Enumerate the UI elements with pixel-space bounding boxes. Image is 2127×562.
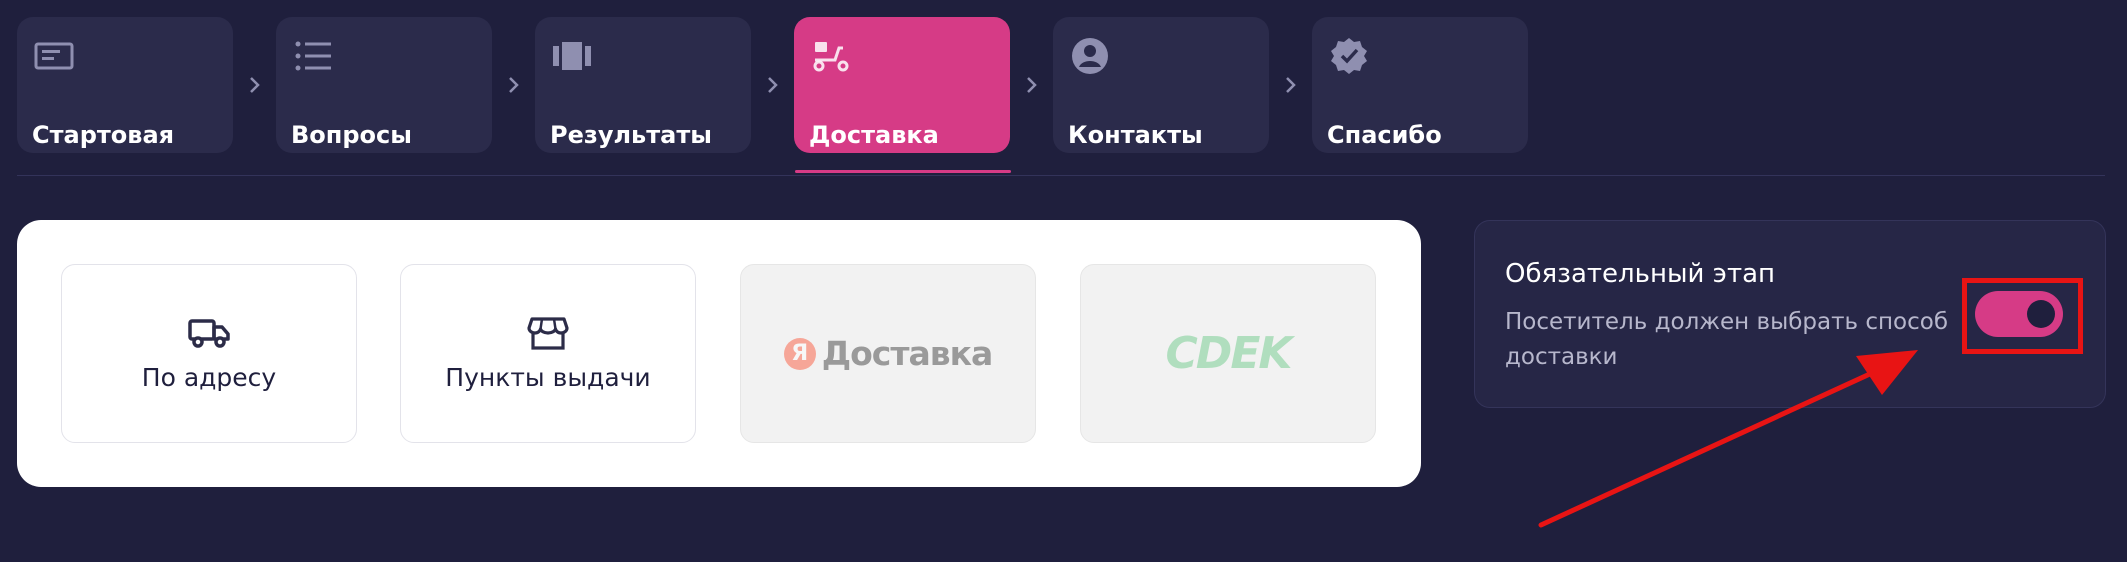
annotation-arrow (1538, 350, 1918, 528)
